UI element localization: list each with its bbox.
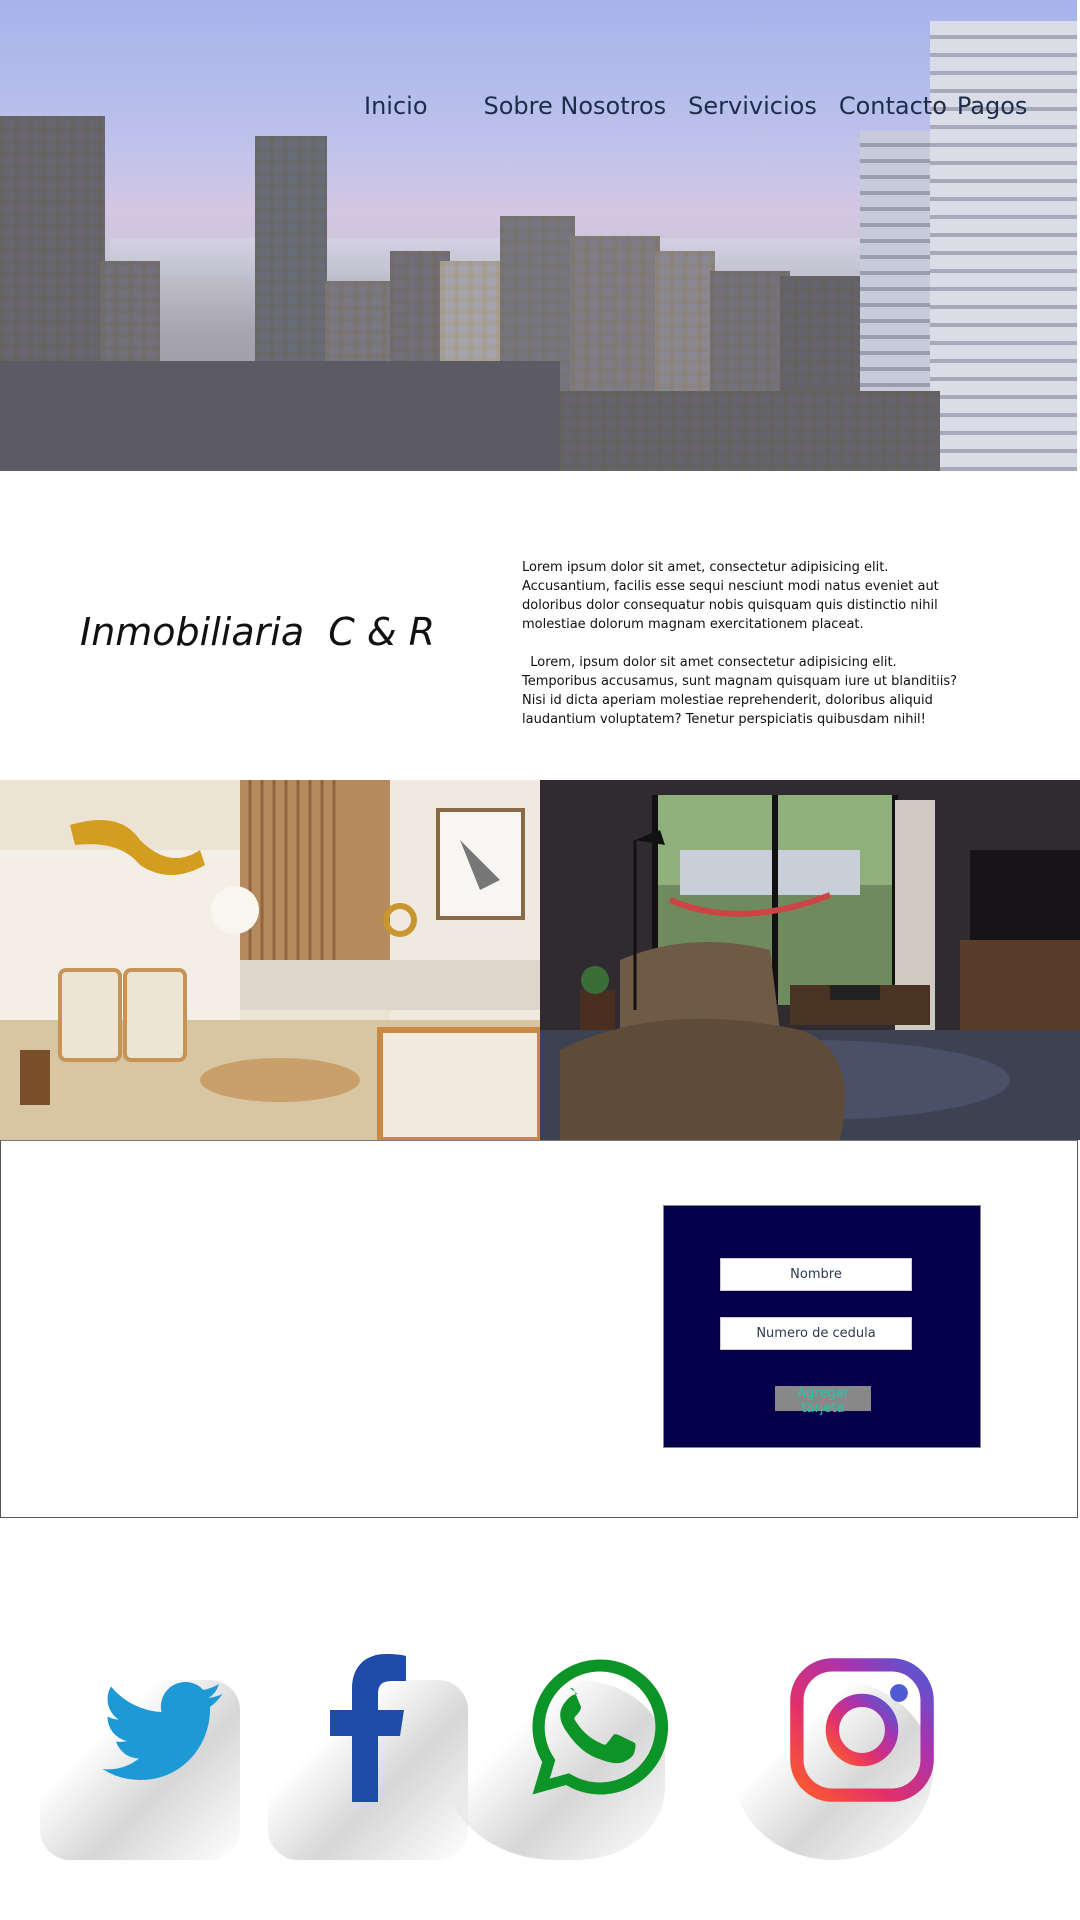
add-card-button[interactable]: Agregar tarjeta	[775, 1386, 871, 1416]
lobby-photo	[0, 780, 540, 1140]
living-room-photo	[540, 780, 1080, 1140]
instagram-link[interactable]	[733, 1640, 938, 1860]
social-links	[0, 1640, 1080, 1880]
nav-sobre-nosotros[interactable]: Sobre Nosotros	[484, 92, 667, 120]
nav-contacto[interactable]: Contacto	[839, 92, 947, 120]
payment-form: Agregar tarjeta	[663, 1205, 981, 1448]
nav-inicio[interactable]: Inicio	[364, 92, 428, 120]
hero-overlay	[0, 0, 1077, 471]
intro-paragraph: Lorem ipsum dolor sit amet, consectetur …	[522, 560, 939, 632]
twitter-link[interactable]	[40, 1640, 240, 1860]
whatsapp-link[interactable]	[445, 1640, 669, 1860]
intro-paragraph: Lorem, ipsum dolor sit amet consectetur …	[522, 655, 962, 727]
facebook-link[interactable]	[268, 1640, 468, 1860]
photo-gallery	[0, 780, 1080, 1140]
twitter-icon	[102, 1682, 223, 1780]
brand-title: Inmobiliaria C & R	[80, 610, 435, 654]
instagram-icon	[790, 1658, 934, 1802]
nav-pagos[interactable]: Pagos	[957, 92, 1028, 120]
intro-text: Lorem ipsum dolor sit amet, consectetur …	[522, 558, 962, 748]
main-nav: Inicio Sobre Nosotros Servivicios Contac…	[364, 92, 1027, 120]
name-input[interactable]	[720, 1258, 912, 1291]
whatsapp-icon	[532, 1659, 669, 1795]
hero-banner: Inicio Sobre Nosotros Servivicios Contac…	[0, 0, 1077, 471]
facebook-icon	[330, 1654, 406, 1802]
nav-servicios[interactable]: Servivicios	[688, 92, 817, 120]
cedula-input[interactable]	[720, 1317, 912, 1350]
